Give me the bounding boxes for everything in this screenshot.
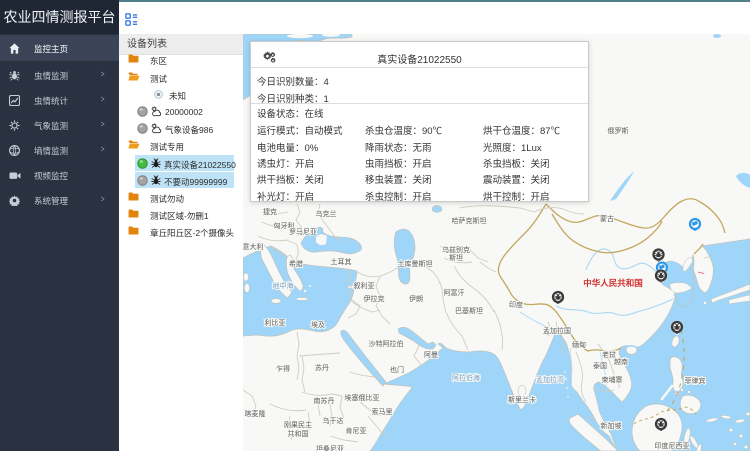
svg-text:新加坡: 新加坡	[601, 421, 622, 430]
svg-text:泰国: 泰国	[593, 361, 607, 370]
svg-text:土库曼斯坦: 土库曼斯坦	[398, 259, 433, 268]
svg-text:乍得: 乍得	[276, 364, 290, 373]
svg-text:斯坦: 斯坦	[449, 253, 463, 262]
svg-text:叙利亚: 叙利亚	[354, 281, 375, 290]
svg-text:斯里兰卡: 斯里兰卡	[508, 395, 536, 404]
svg-text:阿拉伯海: 阿拉伯海	[452, 373, 480, 382]
svg-text:肯尼亚: 肯尼亚	[346, 426, 367, 435]
svg-text:阿曼: 阿曼	[424, 350, 438, 359]
svg-text:哈萨克斯坦: 哈萨克斯坦	[452, 216, 487, 225]
svg-text:老挝: 老挝	[602, 350, 616, 359]
svg-text:埃及: 埃及	[311, 320, 325, 329]
svg-text:希腊: 希腊	[289, 259, 303, 268]
svg-text:乌兹别克: 乌兹别克	[442, 245, 470, 254]
svg-text:巴基斯坦: 巴基斯坦	[455, 306, 483, 315]
svg-text:中华人民共和国: 中华人民共和国	[583, 278, 643, 288]
svg-text:印度尼西亚: 印度尼西亚	[655, 441, 690, 450]
svg-text:越南: 越南	[614, 357, 628, 366]
svg-text:伊朗: 伊朗	[409, 294, 423, 303]
svg-text:缅甸: 缅甸	[572, 340, 586, 349]
svg-text:意大利: 意大利	[243, 242, 264, 251]
svg-text:乌干达: 乌干达	[323, 416, 344, 425]
svg-text:坦桑尼亚: 坦桑尼亚	[316, 444, 344, 451]
svg-text:孟加拉湾: 孟加拉湾	[536, 375, 564, 384]
svg-text:利比亚: 利比亚	[265, 318, 286, 327]
svg-text:菲律宾: 菲律宾	[685, 376, 706, 385]
svg-text:印度: 印度	[509, 300, 523, 309]
svg-text:沙特阿拉伯: 沙特阿拉伯	[369, 339, 404, 348]
svg-text:苏丹: 苏丹	[315, 363, 329, 372]
svg-text:罗马尼亚: 罗马尼亚	[289, 228, 317, 236]
svg-text:刚果民主: 刚果民主	[284, 420, 312, 429]
svg-text:俄罗斯: 俄罗斯	[608, 126, 629, 135]
svg-text:捷克: 捷克	[263, 207, 277, 216]
svg-text:蒙古: 蒙古	[600, 214, 614, 223]
svg-text:埃塞俄比亚: 埃塞俄比亚	[345, 393, 380, 402]
svg-text:共和国: 共和国	[288, 429, 309, 438]
svg-text:也门: 也门	[390, 365, 404, 374]
svg-text:地中海: 地中海	[273, 281, 294, 290]
svg-text:伊拉克: 伊拉克	[364, 294, 385, 303]
svg-text:柬埔寨: 柬埔寨	[602, 375, 623, 384]
svg-text:阿富汗: 阿富汗	[444, 288, 465, 297]
svg-text:土耳其: 土耳其	[331, 257, 352, 266]
svg-text:乌克兰: 乌克兰	[316, 209, 337, 218]
svg-text:喀麦隆: 喀麦隆	[245, 409, 266, 418]
svg-text:南苏丹: 南苏丹	[314, 396, 335, 405]
svg-text:索马里: 索马里	[372, 407, 393, 416]
svg-text:孟加拉国: 孟加拉国	[543, 326, 571, 335]
